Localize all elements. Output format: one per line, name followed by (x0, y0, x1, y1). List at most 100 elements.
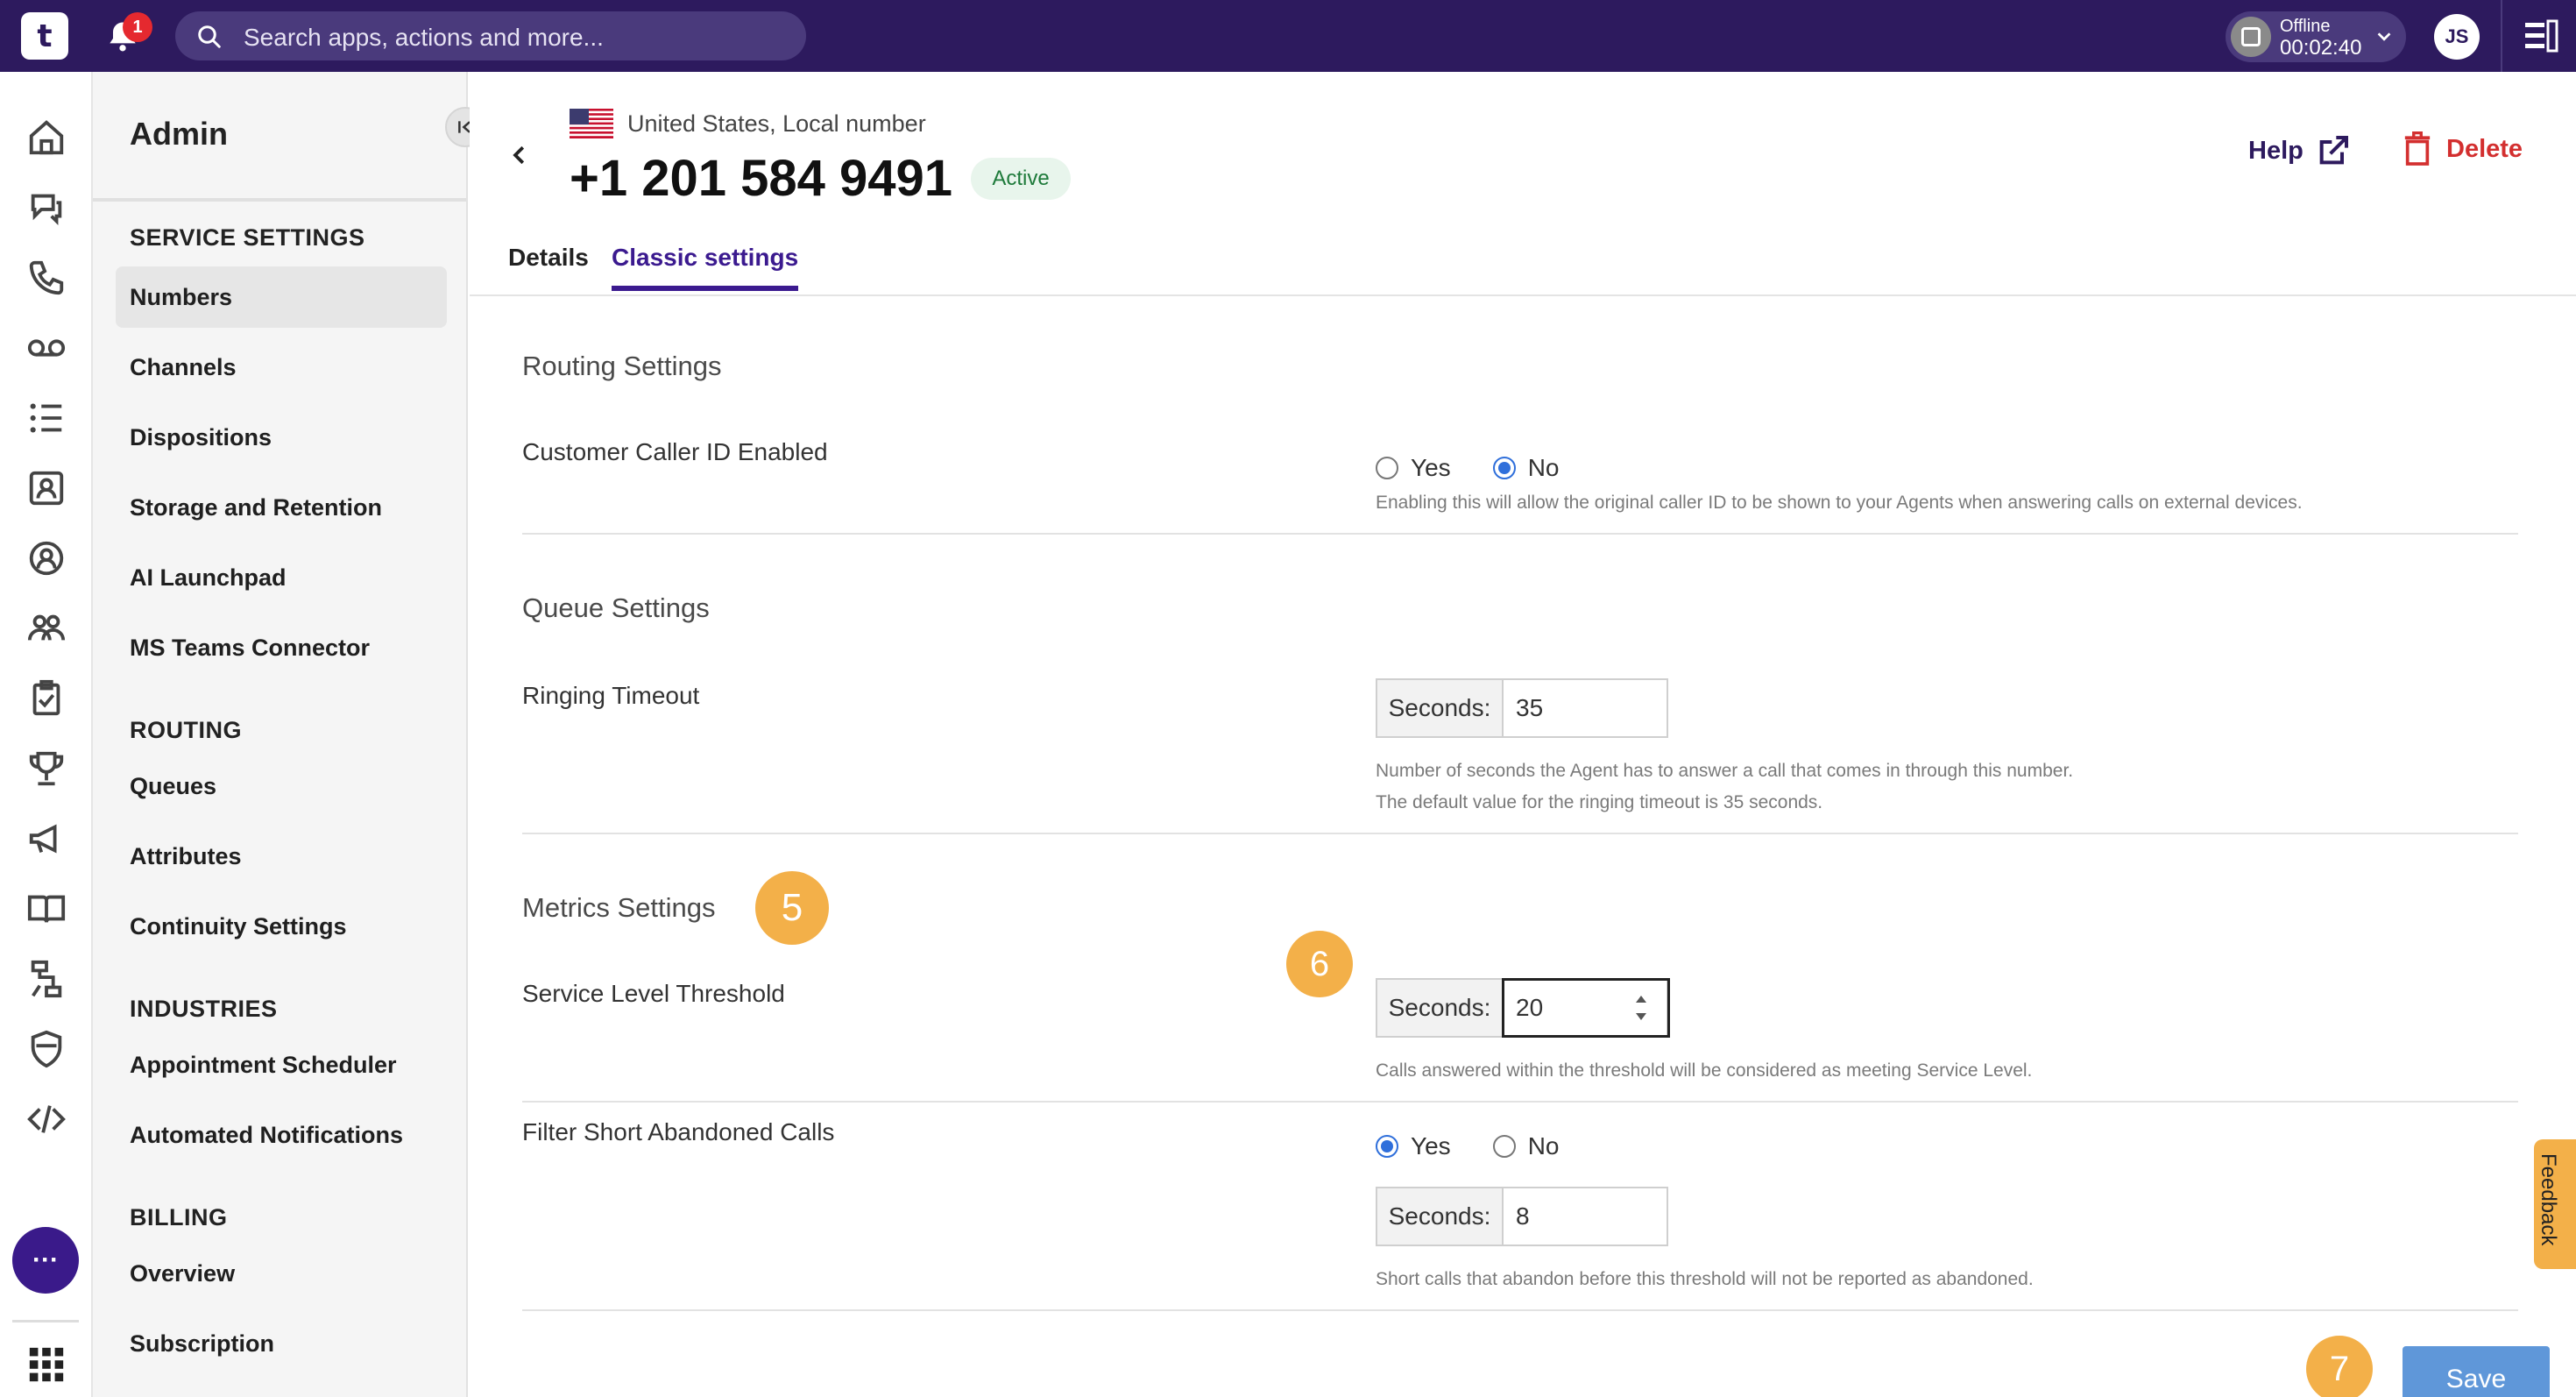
agent-status-dropdown[interactable]: Offline 00:02:40 (2226, 11, 2406, 62)
delete-button[interactable]: Delete (2403, 130, 2523, 168)
page-title: +1 201 584 9491 (570, 150, 953, 207)
team-icon[interactable] (26, 608, 67, 649)
home-icon[interactable] (26, 117, 67, 158)
number-spinner-icon[interactable] (1631, 990, 1651, 1025)
sidebar-item-queues[interactable]: Queues (116, 755, 447, 817)
filter-abandoned-help: Short calls that abandon before this thr… (1376, 1269, 2034, 1289)
section-routing: ROUTING (130, 717, 242, 743)
sidebar-item-storage[interactable]: Storage and Retention (116, 477, 447, 538)
side-panel-icon[interactable] (2523, 19, 2558, 53)
ringing-timeout-help-2: The default value for the ringing timeou… (1376, 792, 1823, 812)
app-logo[interactable]: t (21, 12, 68, 60)
trash-icon (2404, 131, 2431, 166)
metrics-settings-heading: Metrics Settings (522, 892, 716, 923)
sidebar-item-continuity[interactable]: Continuity Settings (116, 896, 447, 957)
sidebar-item-appointment[interactable]: Appointment Scheduler (116, 1034, 447, 1096)
phone-icon[interactable] (26, 258, 67, 298)
save-button[interactable]: Save (2403, 1346, 2550, 1397)
workflow-icon[interactable] (26, 959, 67, 999)
filter-yes-radio[interactable] (1376, 1135, 1398, 1158)
main-content: United States, Local number +1 201 584 9… (470, 72, 2576, 1397)
sidebar-item-automated[interactable]: Automated Notifications (116, 1104, 447, 1166)
external-link-icon (2319, 136, 2348, 165)
feedback-tab[interactable]: Feedback (2534, 1139, 2576, 1269)
service-level-input[interactable]: 20 (1516, 980, 1543, 1036)
notification-badge: 1 (123, 12, 152, 42)
seconds-addon: Seconds: (1377, 680, 1504, 736)
shield-icon[interactable] (26, 1029, 67, 1069)
section-service-settings: SERVICE SETTINGS (130, 224, 365, 251)
filter-abandoned-input[interactable]: 8 (1516, 1188, 1530, 1245)
topbar-divider (2501, 0, 2502, 72)
help-link[interactable]: Help (2248, 131, 2351, 170)
megaphone-icon[interactable] (26, 819, 67, 859)
more-icon[interactable]: ··· (12, 1227, 79, 1294)
book-icon[interactable] (26, 889, 67, 929)
routing-settings-heading: Routing Settings (522, 351, 722, 381)
filter-abandoned-radio-group: Yes No (1376, 1132, 1601, 1160)
number-type: United States, Local number (627, 110, 926, 137)
section-industries: INDUSTRIES (130, 996, 278, 1022)
ringing-timeout-input[interactable]: 35 (1516, 680, 1543, 736)
seconds-addon: Seconds: (1377, 980, 1504, 1036)
caller-id-yes-radio[interactable] (1376, 457, 1398, 479)
sidebar-item-subscription[interactable]: Subscription (116, 1313, 447, 1374)
chat-icon[interactable] (26, 188, 67, 228)
sidebar-item-channels[interactable]: Channels (116, 337, 447, 398)
voicemail-icon[interactable] (26, 328, 67, 368)
help-label: Help (2248, 136, 2304, 165)
service-level-help: Calls answered within the threshold will… (1376, 1060, 2033, 1081)
step-badge-6: 6 (1286, 931, 1353, 997)
queue-settings-heading: Queue Settings (522, 592, 710, 623)
step-badge-5: 5 (755, 871, 829, 945)
filter-no-radio[interactable] (1492, 1135, 1516, 1158)
row-divider (522, 833, 2518, 834)
us-flag-icon (570, 109, 613, 138)
sidebar-item-overview[interactable]: Overview (116, 1243, 447, 1304)
status-label: Offline (2280, 17, 2331, 36)
agent-icon[interactable] (26, 538, 67, 578)
row-divider (522, 1101, 2518, 1103)
caller-id-no-radio[interactable] (1492, 457, 1516, 479)
user-avatar[interactable]: JS (2434, 14, 2480, 60)
back-arrow-icon[interactable] (506, 142, 533, 168)
feedback-label: Feedback (2537, 1153, 2560, 1246)
sidebar-title: Admin (130, 116, 228, 152)
sidebar-item-numbers[interactable]: Numbers (116, 266, 447, 328)
icon-rail: ··· (0, 72, 93, 1397)
caller-id-radio-group: Yes No (1376, 454, 1601, 482)
status-icon (2231, 17, 2271, 57)
tab-details[interactable]: Details (508, 244, 589, 286)
clipboard-icon[interactable] (26, 678, 67, 719)
sidebar-item-dispositions[interactable]: Dispositions (116, 407, 447, 468)
sidebar-item-ms-teams[interactable]: MS Teams Connector (116, 617, 447, 678)
service-level-field[interactable]: Seconds: 20 (1376, 978, 1670, 1038)
code-icon[interactable] (26, 1099, 67, 1139)
chevron-down-icon (2377, 32, 2391, 41)
caller-id-yes-label: Yes (1411, 454, 1451, 481)
service-level-label: Service Level Threshold (522, 980, 785, 1007)
trophy-icon[interactable] (26, 748, 67, 789)
status-badge: Active (971, 158, 1071, 200)
status-timer: 00:02:40 (2280, 36, 2362, 60)
contacts-icon[interactable] (26, 468, 67, 508)
filter-abandoned-label: Filter Short Abandoned Calls (522, 1118, 835, 1145)
caller-id-label: Customer Caller ID Enabled (522, 438, 828, 465)
sidebar-item-ai-launchpad[interactable]: AI Launchpad (116, 547, 447, 608)
seconds-addon: Seconds: (1377, 1188, 1504, 1245)
top-bar: t 1 Search apps, actions and more... Off… (0, 0, 2576, 72)
sidebar-divider (93, 198, 466, 202)
ringing-timeout-label: Ringing Timeout (522, 682, 700, 709)
sidebar-item-attributes[interactable]: Attributes (116, 826, 447, 887)
apps-grid-icon[interactable] (26, 1344, 67, 1385)
step-badge-7: 7 (2306, 1336, 2373, 1397)
rail-divider (12, 1320, 79, 1323)
caller-id-no-label: No (1527, 454, 1560, 481)
list-icon[interactable] (26, 398, 67, 438)
tabs-divider (470, 294, 2576, 296)
search-input[interactable]: Search apps, actions and more... (175, 11, 806, 60)
delete-label: Delete (2446, 134, 2523, 163)
ringing-timeout-field[interactable]: Seconds: 35 (1376, 678, 1668, 738)
tab-classic-settings[interactable]: Classic settings (612, 244, 799, 291)
filter-abandoned-field[interactable]: Seconds: 8 (1376, 1187, 1668, 1246)
